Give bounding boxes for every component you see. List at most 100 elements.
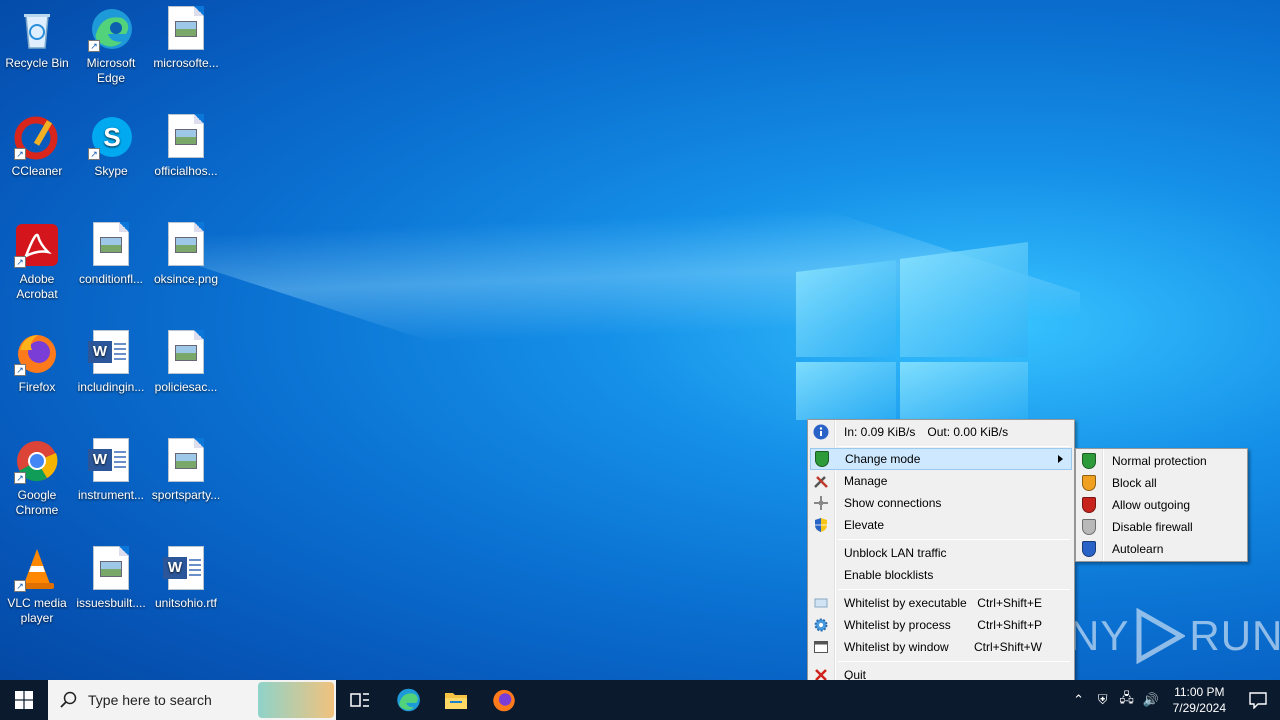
submenu-item-label: Autolearn [1112,542,1164,556]
desktop-icon-label: instrument... [77,488,145,502]
taskbar-edge-button[interactable] [384,680,432,720]
desktop-icon-file[interactable]: conditionfl... [74,222,148,287]
desktop-icon-label: Skype [94,164,128,178]
start-button[interactable] [0,680,48,720]
submenu-item-autolearn[interactable]: Autolearn [1078,538,1245,560]
executable-icon [810,592,832,614]
submenu-item-block-all[interactable]: Block all [1078,472,1245,494]
menu-item-unblock-lan-traffic[interactable]: Unblock LAN traffic [810,542,1072,564]
desktop-icon-file[interactable]: sportsparty... [149,438,223,503]
desktop-icon-vlc[interactable]: ↗ VLC media player [0,546,74,626]
edge-icon [397,688,420,712]
system-tray: ⌃ ⛨ 🖧 🔊 11:00 PM 7/29/2024 [1067,680,1280,720]
desktop-icon-file[interactable]: policiesac... [149,330,223,395]
play-icon [1136,608,1186,664]
menu-item-whitelist-by-executable[interactable]: Whitelist by executable Ctrl+Shift+E [810,592,1072,614]
skype-icon: S ↗ [88,114,134,160]
desktop-icon-label: VLC media player [7,596,67,625]
chevron-up-icon[interactable]: ⌃ [1067,692,1091,708]
menu-item-change-mode[interactable]: Change mode [810,448,1072,470]
desktop-icon-label: policiesac... [154,380,218,394]
menu-item-elevate[interactable]: Elevate [810,514,1072,536]
shortcut-arrow-icon: ↗ [14,148,26,160]
desktop-icon-firefox[interactable]: ↗ Firefox [0,330,74,395]
submenu-item-label: Disable firewall [1112,520,1193,534]
desktop-icon-label: Google Chrome [15,488,59,517]
shortcut-arrow-icon: ↗ [88,148,100,160]
folder-icon [445,693,467,709]
submenu-item-disable-firewall[interactable]: Disable firewall [1078,516,1245,538]
desktop-icon-recycle-bin[interactable]: Recycle Bin [0,6,74,71]
menu-item-show-connections[interactable]: Show connections [810,492,1072,514]
image-file-icon [168,330,204,374]
desktop-icon-label: includingin... [77,380,145,394]
desktop-icon-label: Microsoft Edge [86,56,136,85]
desktop-icon-word-document[interactable]: W instrument... [74,438,148,503]
desktop-icon-label: sportsparty... [151,488,221,502]
taskbar-file-explorer-button[interactable] [432,680,480,720]
change-mode-submenu: Normal protection Block all Allow outgoi… [1075,448,1248,562]
search-highlight-image [258,682,334,718]
menu-item-label: Change mode [845,452,921,466]
firewall-tray-icon[interactable]: ⛨ [1091,692,1115,708]
menu-item-enable-blocklists[interactable]: Enable blocklists [810,564,1072,586]
menu-separator [838,661,1070,662]
gray-shield-icon [1078,516,1100,538]
desktop-icon-ccleaner[interactable]: ↗ CCleaner [0,114,74,179]
desktop-icon-label: microsofte... [153,56,219,70]
notification-icon [1249,692,1267,709]
network-icon[interactable]: 🖧 [1115,689,1139,711]
menu-item-whitelist-by-window[interactable]: Whitelist by window Ctrl+Shift+W [810,636,1072,658]
menu-item-label: Whitelist by executable [844,596,967,610]
desktop-icon-adobe-acrobat[interactable]: ↗ Adobe Acrobat [0,222,74,302]
volume-icon[interactable]: 🔊 [1139,692,1163,708]
image-file-icon [168,6,204,50]
shortcut-text: Ctrl+Shift+E [977,596,1042,610]
watermark-text-right: RUN [1189,612,1280,659]
green-shield-icon [811,448,833,470]
submenu-item-normal-protection[interactable]: Normal protection [1078,450,1245,472]
desktop-icon-label: unitsohio.rtf [154,596,218,610]
desktop-icon-microsoft-edge[interactable]: ↗ Microsoft Edge [74,6,148,86]
green-shield-icon [1078,450,1100,472]
desktop-icon-file[interactable]: oksince.png [149,222,223,287]
shortcut-arrow-icon: ↗ [14,580,26,592]
menu-separator [838,589,1070,590]
clock[interactable]: 11:00 PM 7/29/2024 [1163,684,1236,716]
image-file-icon [93,222,129,266]
traffic-out-value: Out: 0.00 KiB/s [927,425,1009,439]
uac-shield-icon [810,514,832,536]
desktop-icon-file[interactable]: microsofte... [149,6,223,71]
desktop-icon-label: Recycle Bin [5,56,69,70]
menu-item-manage[interactable]: Manage [810,470,1072,492]
recycle-bin-icon [14,6,60,52]
firewall-tray-context-menu: In: 0.09 KiB/s Out: 0.00 KiB/s Change mo… [807,419,1075,687]
notifications-button[interactable] [1236,680,1280,720]
orange-shield-icon [1078,472,1100,494]
desktop-icon-file[interactable]: issuesbuilt.... [74,546,148,611]
desktop-icon-google-chrome[interactable]: ↗ Google Chrome [0,438,74,518]
menu-item-label: Whitelist by process [844,618,951,632]
menu-item-label: Whitelist by window [844,640,949,654]
process-gear-icon [810,614,832,636]
submenu-arrow-icon [1058,455,1063,463]
submenu-item-label: Allow outgoing [1112,498,1191,512]
desktop-icon-label: officialhos... [154,164,218,178]
image-file-icon [168,114,204,158]
taskbar-firefox-button[interactable] [480,680,528,720]
desktop-icon-word-document[interactable]: W includingin... [74,330,148,395]
window-icon [810,636,832,658]
menu-separator [838,446,1070,447]
desktop-icon-skype[interactable]: S ↗ Skype [74,114,148,179]
word-document-icon: W [88,438,129,482]
desktop-icon-label: oksince.png [153,272,219,286]
menu-item-whitelist-by-process[interactable]: Whitelist by process Ctrl+Shift+P [810,614,1072,636]
taskbar-search-box[interactable]: Type here to search [48,680,336,720]
submenu-item-allow-outgoing[interactable]: Allow outgoing [1078,494,1245,516]
desktop-icon-label: Adobe Acrobat [16,272,58,301]
task-view-icon [350,693,369,707]
tools-icon [810,470,832,492]
desktop-icon-word-document[interactable]: W unitsohio.rtf [149,546,223,611]
task-view-button[interactable] [336,680,384,720]
desktop-icon-file[interactable]: officialhos... [149,114,223,179]
